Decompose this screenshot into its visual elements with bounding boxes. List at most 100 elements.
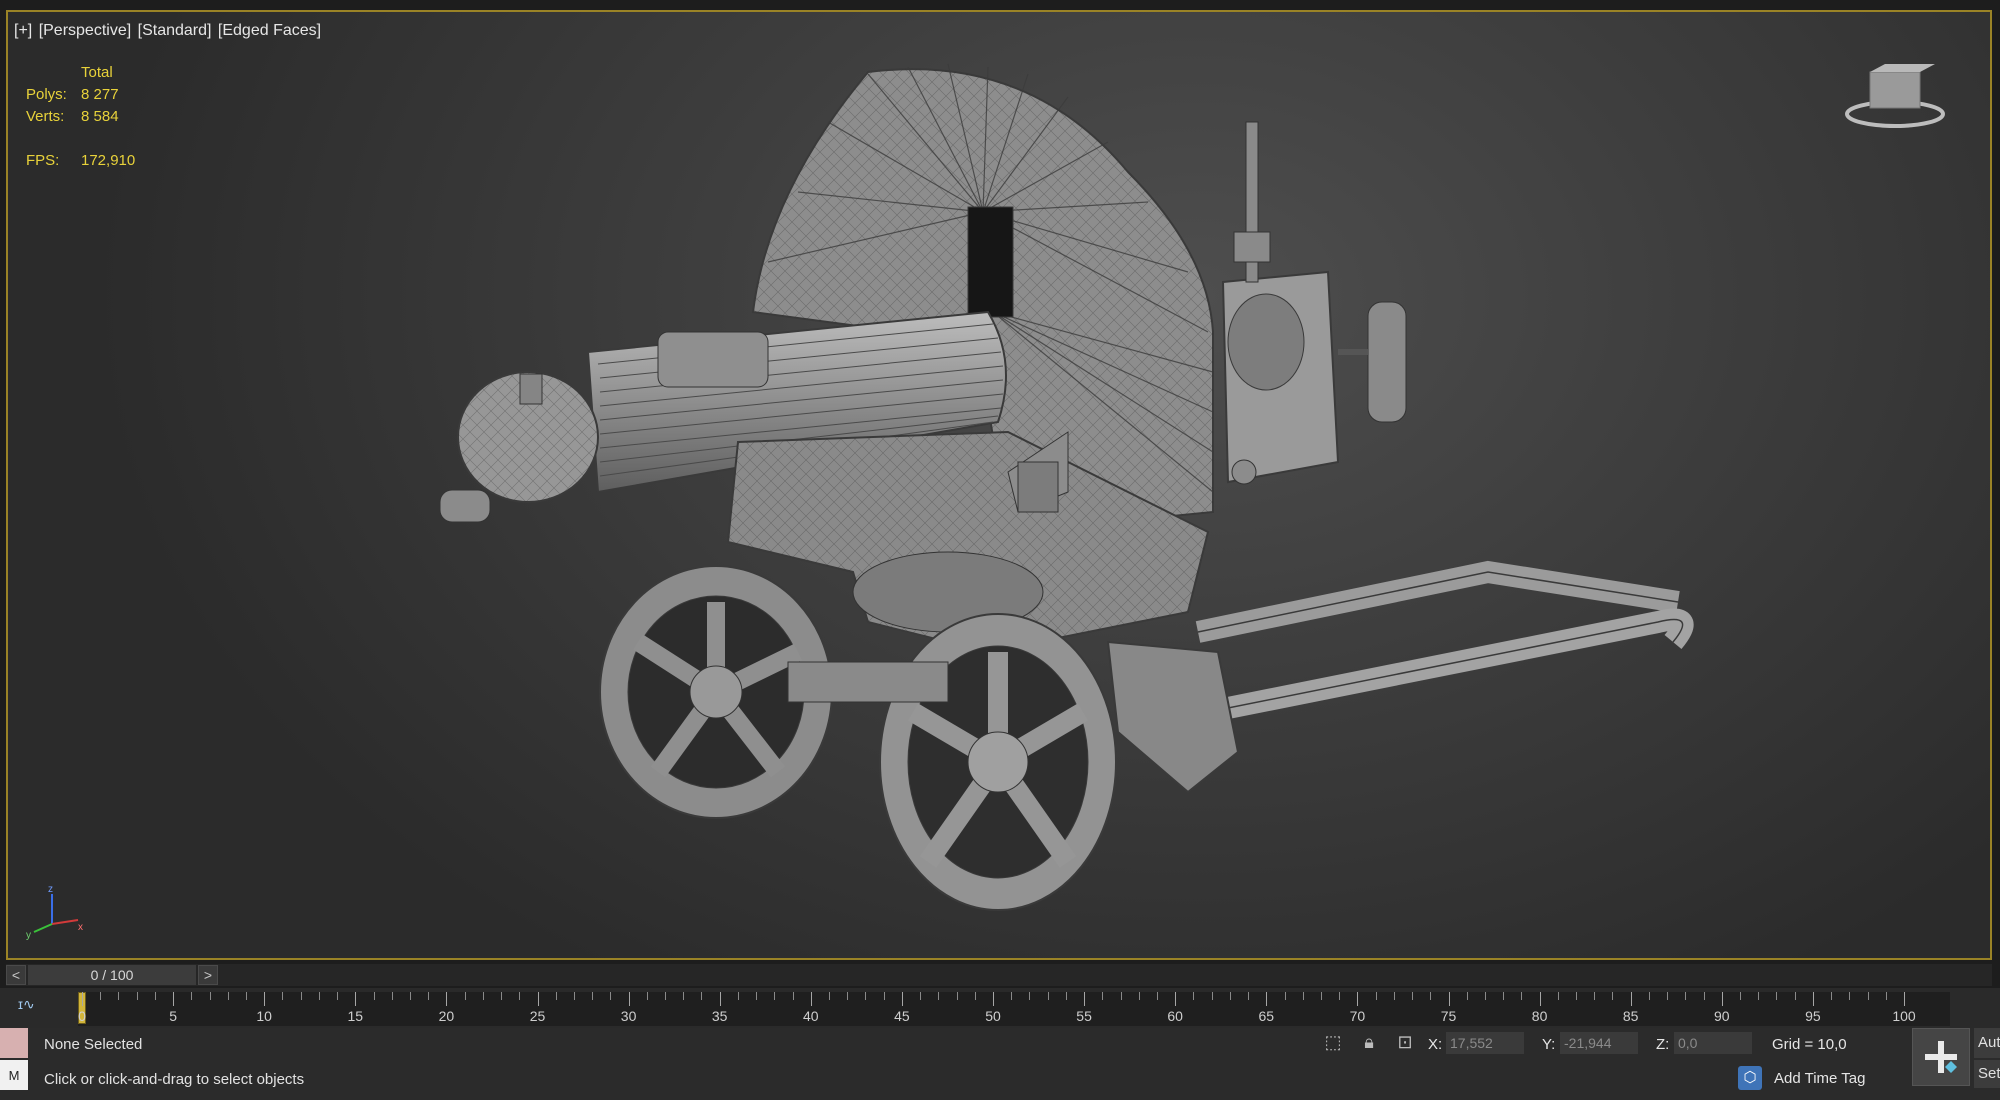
frame-tick	[409, 992, 411, 1000]
frame-tick	[1667, 992, 1669, 1000]
frame-tick	[1576, 992, 1578, 1000]
frame-tick	[1284, 992, 1286, 1000]
frame-tick	[1029, 992, 1031, 1000]
frame-tick	[1776, 992, 1778, 1000]
frame-tick	[446, 992, 448, 1006]
frame-tick	[1904, 992, 1905, 1006]
frame-tick	[938, 992, 940, 1000]
frame-tick-label: 45	[894, 1008, 910, 1024]
frame-tick-label: 75	[1440, 1008, 1457, 1024]
frame-tick	[1193, 992, 1195, 1000]
set-key-icon[interactable]	[1912, 1028, 1970, 1086]
isolate-selection-icon[interactable]: ⬚	[1322, 1032, 1344, 1054]
frame-tick	[1339, 992, 1341, 1000]
frame-tick	[829, 992, 831, 1000]
frame-tick	[1266, 992, 1268, 1006]
auto-key-button[interactable]: Auto	[1974, 1028, 2000, 1058]
frame-tick	[1594, 992, 1596, 1000]
track-bar-timeline[interactable]: 0 5 10 15 20 25 30 35 40 45 50 55 60 65 70 75 80 85 90 95 10…	[78, 992, 1950, 1026]
frame-tick	[282, 992, 284, 1000]
frame-tick	[373, 992, 375, 1000]
frame-tick-label: 30	[620, 1008, 637, 1024]
frame-tick	[1229, 992, 1231, 1000]
frame-tick-label: 90	[1714, 1008, 1730, 1024]
perspective-viewport[interactable]: [+] [Perspective] [Standard] [Edged Face…	[6, 10, 1992, 960]
frame-tick	[245, 992, 247, 1000]
frame-tick	[1740, 992, 1742, 1000]
frame-tick	[683, 992, 685, 1000]
frame-tick	[1630, 992, 1632, 1006]
next-frame-button[interactable]: >	[198, 965, 218, 985]
frame-tick	[1393, 992, 1395, 1000]
frame-tick	[136, 992, 138, 1000]
frame-tick	[501, 992, 503, 1000]
frame-tick-label: 10	[256, 1008, 272, 1024]
viewcube-icon[interactable]	[1840, 62, 1950, 132]
set-key-button[interactable]: Set	[1974, 1060, 2000, 1088]
y-coord-field[interactable]: -21,944	[1560, 1032, 1638, 1054]
frame-tick	[1357, 992, 1359, 1006]
frame-tick	[118, 992, 120, 1000]
frame-tick	[1138, 992, 1140, 1000]
frame-tick	[1430, 992, 1432, 1000]
time-slider[interactable]: < 0 / 100 >	[6, 964, 1992, 986]
frame-tick-label: 5	[169, 1008, 177, 1024]
frame-tick	[428, 992, 430, 1000]
frame-tick	[1047, 992, 1049, 1000]
axis-tripod-icon: z y x	[26, 884, 83, 941]
frame-tick	[956, 992, 958, 1000]
frame-tick	[1484, 992, 1486, 1000]
selection-color-swatch[interactable]	[0, 1028, 28, 1058]
frame-tick	[701, 992, 703, 1000]
frame-tick	[1375, 992, 1377, 1000]
frame-tick	[792, 992, 794, 1000]
frame-tick	[1011, 992, 1013, 1000]
frame-tick	[209, 992, 211, 1000]
frame-tick	[1521, 992, 1523, 1000]
grid-size-readout: Grid = 10,0	[1772, 1036, 1847, 1053]
frame-tick	[1156, 992, 1158, 1000]
frame-tick	[318, 992, 320, 1000]
absolute-mode-icon[interactable]: ⊡	[1394, 1032, 1416, 1054]
frame-tick	[1721, 992, 1723, 1006]
y-coord-label: Y:	[1542, 1036, 1556, 1053]
frame-tick	[355, 992, 357, 1006]
axis-x-label: x	[78, 922, 83, 933]
frame-tick	[592, 992, 594, 1000]
x-coord-field[interactable]: 17,552	[1446, 1032, 1524, 1054]
frame-tick	[1685, 992, 1687, 1000]
add-time-tag-button[interactable]: Add Time Tag	[1774, 1070, 1865, 1087]
frame-tick	[1812, 992, 1814, 1006]
frame-tick-label: 60	[1167, 1008, 1183, 1024]
frame-tick-label: 50	[985, 1008, 1001, 1024]
right-wheel	[787, 613, 1117, 911]
track-bar[interactable]: ɪ∿ 0 5 10 15 20 25 30 35 40 45 50 55 60 65 70 75 80 85 90 9…	[0, 988, 2000, 1028]
frame-tick	[464, 992, 466, 1000]
time-tag-icon[interactable]: ⬡	[1738, 1066, 1762, 1090]
frame-tick	[1084, 992, 1086, 1006]
frame-tick	[847, 992, 849, 1000]
z-coord-label: Z:	[1656, 1036, 1670, 1053]
lock-selection-icon[interactable]: 🔒︎	[1358, 1032, 1380, 1054]
frame-tick	[1503, 992, 1505, 1000]
frame-tick	[1065, 992, 1067, 1000]
frame-tick-label: 35	[711, 1008, 728, 1024]
mini-curve-editor-icon[interactable]: ɪ∿	[18, 996, 35, 1013]
frame-tick	[1539, 992, 1541, 1006]
frame-tick	[1412, 992, 1414, 1000]
frame-tick	[901, 992, 903, 1006]
frame-tick	[227, 992, 229, 1000]
frame-tick	[82, 992, 83, 1006]
prev-frame-button[interactable]: <	[6, 965, 26, 985]
frame-tick	[1557, 992, 1559, 1000]
frame-tick	[865, 992, 867, 1000]
frame-tick	[1867, 992, 1869, 1000]
machine-gun-model[interactable]	[8, 12, 1990, 958]
frame-tick	[974, 992, 976, 1000]
z-coord-field[interactable]: 0,0	[1674, 1032, 1752, 1054]
maxscript-listener-button[interactable]: M	[0, 1060, 28, 1090]
frame-tick	[1211, 992, 1213, 1000]
frame-tick	[1320, 992, 1322, 1000]
time-slider-thumb[interactable]: 0 / 100	[28, 965, 196, 985]
frame-tick	[993, 992, 994, 1006]
